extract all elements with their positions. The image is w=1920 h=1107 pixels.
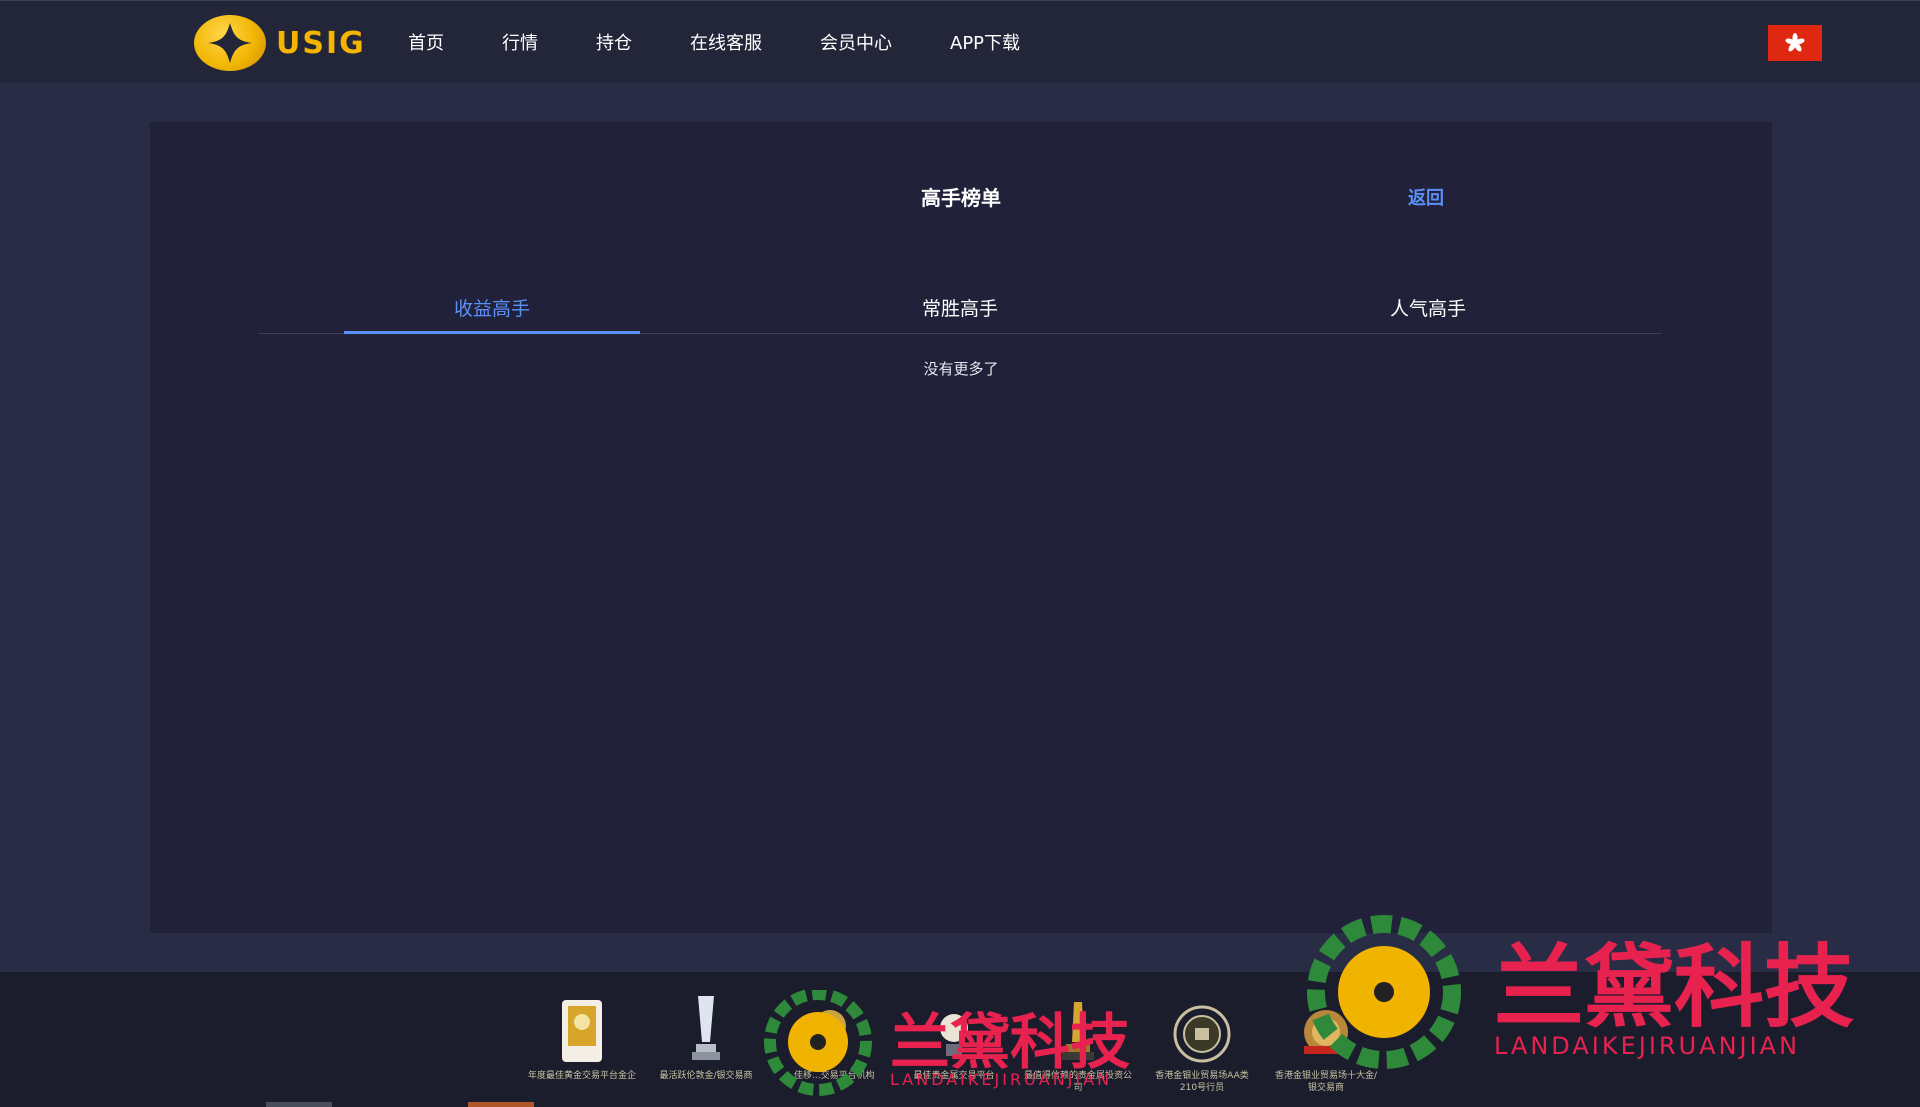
nav-home[interactable]: 首页 bbox=[408, 29, 444, 55]
hong-kong-flag-icon[interactable] bbox=[1768, 25, 1822, 61]
tab-profit-masters[interactable]: 收益高手 bbox=[258, 282, 726, 334]
page-title: 高手榜单 bbox=[921, 186, 1001, 210]
watermark-subtitle: LANDAIKEJIRUANJIAN bbox=[890, 1070, 1113, 1089]
watermark-subtitle: LANDAIKEJIRUANJIAN bbox=[1494, 1032, 1801, 1060]
leaderboard-panel: 高手榜单 返回 收益高手 常胜高手 人气高手 没有更多了 bbox=[150, 122, 1772, 933]
award-caption: 香港金银业贸易场十大金/银交易商 bbox=[1274, 1071, 1378, 1093]
sunflower-logo-icon bbox=[1307, 915, 1461, 1069]
certificate-icon bbox=[552, 994, 612, 1064]
nav-market[interactable]: 行情 bbox=[502, 29, 538, 55]
main-nav: 首页 行情 持仓 在线客服 会员中心 APP下载 bbox=[408, 1, 1078, 83]
usig-logo[interactable]: USIG bbox=[194, 15, 366, 71]
award-caption: 香港金银业贸易场AA类210号行员 bbox=[1155, 1071, 1249, 1093]
nav-app-download[interactable]: APP下载 bbox=[950, 29, 1020, 55]
nav-online-service[interactable]: 在线客服 bbox=[690, 29, 762, 55]
sunflower-logo-icon bbox=[764, 990, 872, 1096]
top-navigation-bar: USIG 首页 行情 持仓 在线客服 会员中心 APP下载 bbox=[0, 0, 1920, 82]
footer-divider bbox=[266, 1102, 332, 1107]
tab-win-rate-masters[interactable]: 常胜高手 bbox=[726, 282, 1194, 333]
tab-popular-masters[interactable]: 人气高手 bbox=[1194, 282, 1662, 333]
award-item: 香港金银业贸易场AA类210号行员 bbox=[1140, 994, 1264, 1104]
award-item: 最活跃伦敦金/银交易商 bbox=[644, 994, 768, 1104]
leaderboard-tabs: 收益高手 常胜高手 人气高手 bbox=[258, 282, 1662, 334]
no-more-text: 没有更多了 bbox=[923, 360, 999, 378]
nav-positions[interactable]: 持仓 bbox=[596, 29, 632, 55]
award-caption: 年度最佳黄金交易平台金企 bbox=[527, 1071, 636, 1081]
award-item: 年度最佳黄金交易平台金企 bbox=[520, 994, 644, 1104]
crystal-trophy-icon bbox=[676, 994, 736, 1064]
footer-divider bbox=[468, 1102, 534, 1107]
watermark-title: 兰黛科技 bbox=[1494, 934, 1854, 1040]
nav-member-center[interactable]: 会员中心 bbox=[820, 29, 892, 55]
back-button[interactable]: 返回 bbox=[1408, 184, 1444, 210]
seal-icon bbox=[1172, 994, 1232, 1064]
award-caption: 最活跃伦敦金/银交易商 bbox=[659, 1071, 753, 1081]
logo-star-icon bbox=[194, 15, 266, 71]
logo-text: USIG bbox=[276, 25, 366, 61]
watermark-title: 兰黛科技 bbox=[890, 1008, 1130, 1078]
